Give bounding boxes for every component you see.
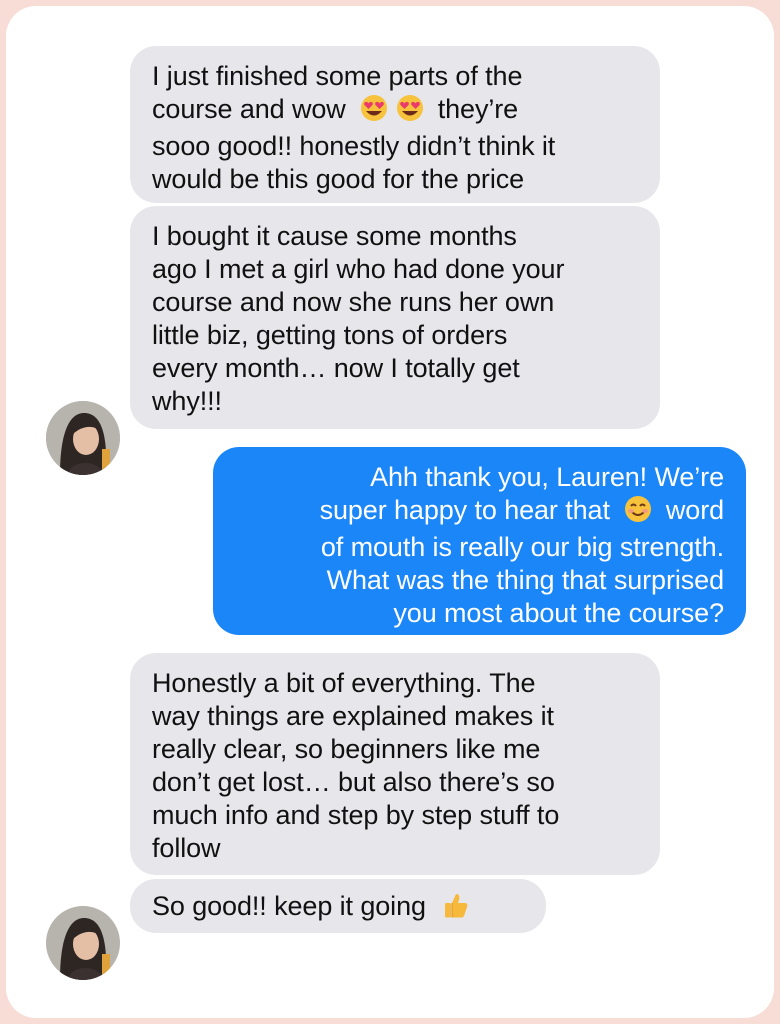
incoming-message-bubble[interactable]: So good!! keep it going bbox=[130, 879, 546, 933]
message-line: really clear, so beginners like me bbox=[152, 734, 541, 764]
message-line: why!!! bbox=[152, 386, 222, 416]
thumbs-up-emoji-icon bbox=[442, 891, 470, 927]
heart-eyes-emoji-icon bbox=[360, 94, 388, 130]
message-line: Ahh thank you, Lauren! We’re bbox=[370, 462, 724, 492]
message-text: they’re bbox=[437, 94, 519, 124]
message-line: little biz, getting tons of orders bbox=[152, 320, 508, 350]
message-line: much info and step by step stuff to bbox=[152, 800, 560, 830]
message-text: word bbox=[665, 495, 724, 525]
incoming-message-bubble[interactable]: I bought it cause some months ago I met … bbox=[130, 206, 660, 429]
contact-avatar[interactable] bbox=[46, 906, 120, 980]
incoming-message-bubble[interactable]: I just finished some parts of the course… bbox=[130, 46, 660, 203]
message-text: So good!! keep it going bbox=[152, 891, 426, 921]
message-line: I just finished some parts of the bbox=[152, 61, 523, 91]
message-line: I bought it cause some months bbox=[152, 221, 517, 251]
smiling-face-emoji-icon bbox=[624, 495, 652, 531]
chat-frame: I just finished some parts of the course… bbox=[6, 6, 774, 1018]
message-line: What was the thing that surprised bbox=[326, 565, 725, 595]
message-text: course and wow bbox=[152, 94, 346, 124]
outgoing-message-bubble[interactable]: Ahh thank you, Lauren! We’re super happy… bbox=[213, 447, 746, 635]
message-line: sooo good!! honestly didn’t think it bbox=[152, 131, 556, 161]
message-line: course and now she runs her own bbox=[152, 287, 555, 317]
message-line-with-emoji: super happy to hear that word bbox=[235, 494, 725, 531]
message-line: you most about the course? bbox=[393, 598, 724, 628]
heart-eyes-emoji-icon bbox=[396, 94, 424, 130]
message-line: of mouth is really our big strength. bbox=[320, 532, 724, 562]
message-line-with-emoji: So good!! keep it going bbox=[152, 890, 524, 927]
message-line: Honestly a bit of everything. The bbox=[152, 668, 536, 698]
message-line-with-emoji: course and wow they’re bbox=[152, 93, 638, 130]
message-line: follow bbox=[152, 833, 221, 863]
message-line: way things are explained makes it bbox=[152, 701, 554, 731]
message-line: every month… now I totally get bbox=[152, 353, 520, 383]
message-line: ago I met a girl who had done your bbox=[152, 254, 565, 284]
message-line: would be this good for the price bbox=[152, 164, 525, 194]
contact-avatar[interactable] bbox=[46, 401, 120, 475]
incoming-message-bubble[interactable]: Honestly a bit of everything. The way th… bbox=[130, 653, 660, 875]
message-text: super happy to hear that bbox=[319, 495, 610, 525]
message-line: don’t get lost… but also there’s so bbox=[152, 767, 555, 797]
